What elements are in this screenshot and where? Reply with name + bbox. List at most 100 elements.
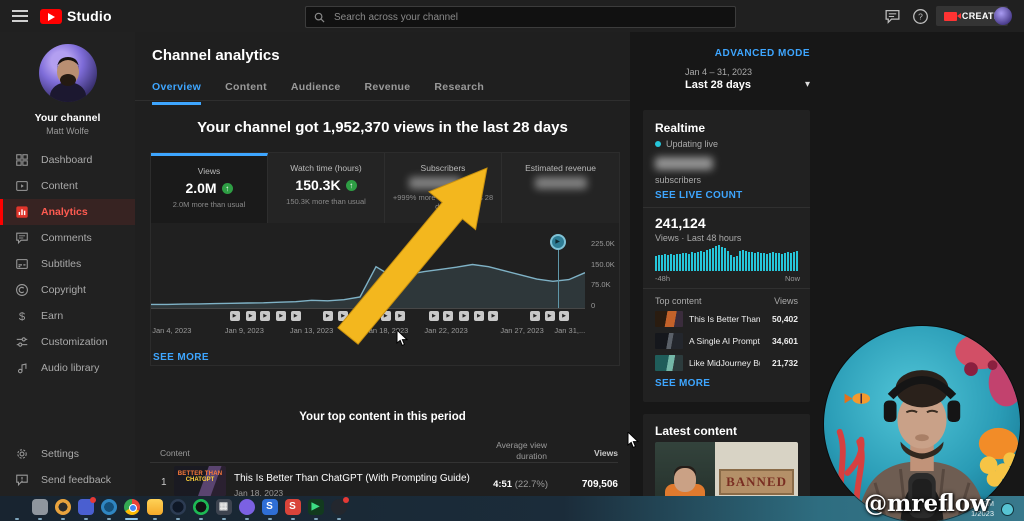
taskbar-app-red-s[interactable]: S (284, 497, 301, 520)
video-publish-marker-icon[interactable]: ▶ (559, 311, 569, 321)
start-button-icon (9, 499, 25, 515)
see-more-link[interactable]: SEE MORE (153, 352, 209, 363)
sidebar-item-subtitles[interactable]: Subtitles (0, 251, 135, 277)
account-avatar[interactable] (994, 7, 1012, 25)
video-publish-marker-icon[interactable]: ▶ (276, 311, 286, 321)
subscribers-label: subscribers (655, 175, 701, 185)
search-bar[interactable] (305, 6, 736, 28)
sidebar-item-customization[interactable]: Customization (0, 329, 135, 355)
sidebar-item-send-feedback[interactable]: Send feedback (0, 467, 135, 493)
realtime-bar (727, 251, 729, 271)
video-publish-marker-icon[interactable]: ▶ (323, 311, 333, 321)
metric-card-subscribers[interactable]: Subscribers +999% more than previous 28 … (385, 153, 502, 223)
trend-up-icon-blurred (466, 177, 478, 189)
video-publish-marker-icon[interactable]: ▶ (443, 311, 453, 321)
realtime-content-row[interactable]: Like MidJourney But Unl... 21,732 (655, 354, 798, 372)
video-publish-marker-icon[interactable]: ▶ (246, 311, 256, 321)
feedback-icon[interactable] (884, 8, 901, 25)
start-button[interactable] (8, 497, 25, 520)
advanced-mode-link[interactable]: ADVANCED MODE (643, 48, 810, 59)
video-publish-marker-icon[interactable]: ▶ (291, 311, 301, 321)
sidebar-item-earn[interactable]: $ Earn (0, 303, 135, 329)
chart-x-axis-line (151, 308, 585, 309)
taskbar-chrome[interactable] (123, 497, 140, 520)
metric-card-views[interactable]: Views 2.0M↑ 2.0M more than usual (151, 153, 268, 223)
tab-revenue[interactable]: Revenue (365, 81, 411, 105)
realtime-content-row[interactable]: This Is Better Than Chat... 50,402 (655, 310, 798, 328)
sidebar-item-audio-library[interactable]: Audio library (0, 355, 135, 381)
sidebar-item-comments[interactable]: Comments (0, 225, 135, 251)
date-range-picker[interactable]: Jan 4 – 31, 2023 Last 28 days ▾ (685, 67, 810, 91)
taskbar-file-explorer[interactable] (146, 497, 163, 520)
video-publish-marker-icon[interactable]: ▶ (260, 311, 270, 321)
views-headline: Your channel got 1,952,370 views in the … (135, 119, 630, 136)
taskbar-app-purple-icon (239, 499, 255, 515)
taskbar-app-video-call-icon (78, 499, 94, 515)
taskbar-app-blue-s[interactable]: S (261, 497, 278, 520)
sidebar-item-content[interactable]: Content (0, 173, 135, 199)
tab-content[interactable]: Content (225, 81, 267, 105)
video-publish-marker-icon[interactable]: ▶ (230, 311, 240, 321)
tab-audience[interactable]: Audience (291, 81, 341, 105)
notification-badge[interactable] (1001, 503, 1014, 516)
overview-summary-card: Views 2.0M↑ 2.0M more than usual Watch t… (150, 152, 620, 366)
search-input[interactable] (332, 11, 727, 24)
video-publish-marker-icon[interactable]: ▶ (545, 311, 555, 321)
taskbar-spotify[interactable] (192, 497, 209, 520)
video-publish-marker-icon[interactable]: ▶ (459, 311, 469, 321)
views-line-chart[interactable] (151, 246, 585, 308)
video-publish-highlight-icon[interactable]: ▶ (550, 234, 566, 250)
metric-card-watch-time[interactable]: Watch time (hours) 150.3K↑ 150.3K more t… (268, 153, 385, 223)
tab-overview[interactable]: Overview (152, 81, 201, 105)
send-feedback-icon (15, 473, 29, 487)
hamburger-menu-icon[interactable] (12, 10, 28, 22)
sidebar-item-analytics[interactable]: Analytics (0, 199, 135, 225)
help-icon[interactable]: ? (912, 8, 929, 25)
video-publish-marker-icon[interactable]: ▶ (530, 311, 540, 321)
see-live-count-link[interactable]: SEE LIVE COUNT (655, 190, 743, 201)
subscribers-value-blurred (409, 177, 461, 189)
taskbar-app-green-play[interactable]: ▶ (307, 497, 324, 520)
taskbar-app-video-call[interactable] (77, 497, 94, 520)
video-thumbnail (655, 311, 683, 327)
taskbar-obs-icon (331, 499, 347, 515)
earn-dollar-icon: $ (15, 309, 29, 323)
video-publish-marker-icon[interactable]: ▶ (381, 311, 391, 321)
youtube-studio-logo[interactable]: Studio (40, 8, 112, 24)
taskbar-obs[interactable] (330, 497, 347, 520)
taskbar-app-blue-icon (101, 499, 117, 515)
video-thumbnail[interactable]: BETTER THAN CHATGPT (174, 466, 226, 496)
taskbar-app-dark[interactable] (169, 497, 186, 520)
metric-card-estimated-revenue[interactable]: Estimated revenue (502, 153, 619, 223)
taskbar-app-window[interactable] (31, 497, 48, 520)
left-navigation-sidebar: Your channel Matt Wolfe Dashboard Conten… (0, 32, 135, 496)
taskbar-calculator[interactable]: ▦ (215, 497, 232, 520)
svg-text:$: $ (19, 311, 26, 323)
live-dot-icon (655, 141, 661, 147)
notification-dot (343, 497, 349, 503)
chart-highlight-line (558, 248, 559, 308)
realtime-bar (787, 252, 789, 271)
video-publish-marker-icon[interactable]: ▶ (366, 311, 376, 321)
taskbar-app-blue[interactable] (100, 497, 117, 520)
sidebar-item-settings[interactable]: Settings (0, 441, 135, 467)
realtime-content-row[interactable]: A Single AI Prompt Built ... 34,601 (655, 332, 798, 350)
realtime-bar (730, 255, 732, 271)
taskbar-apps: ▦ SS ▶ (8, 496, 347, 521)
taskbar-app-amber[interactable] (54, 497, 71, 520)
video-publish-marker-icon[interactable]: ▶ (474, 311, 484, 321)
taskbar-app-purple[interactable] (238, 497, 255, 520)
video-publish-marker-icon[interactable]: ▶ (338, 311, 348, 321)
video-publish-marker-icon[interactable]: ▶ (429, 311, 439, 321)
sidebar-item-copyright[interactable]: Copyright (0, 277, 135, 303)
realtime-bar (775, 253, 777, 271)
date-preset-text: Last 28 days (685, 79, 810, 91)
realtime-see-more-link[interactable]: SEE MORE (655, 378, 710, 389)
video-publish-marker-icon[interactable]: ▶ (395, 311, 405, 321)
video-title[interactable]: This Is Better Than ChatGPT (With Prompt… (234, 473, 470, 484)
channel-avatar[interactable] (39, 44, 97, 102)
sidebar-item-dashboard[interactable]: Dashboard (0, 147, 135, 173)
video-publish-marker-icon[interactable]: ▶ (488, 311, 498, 321)
latest-content-title: Latest content (655, 424, 737, 438)
tab-research[interactable]: Research (434, 81, 484, 105)
